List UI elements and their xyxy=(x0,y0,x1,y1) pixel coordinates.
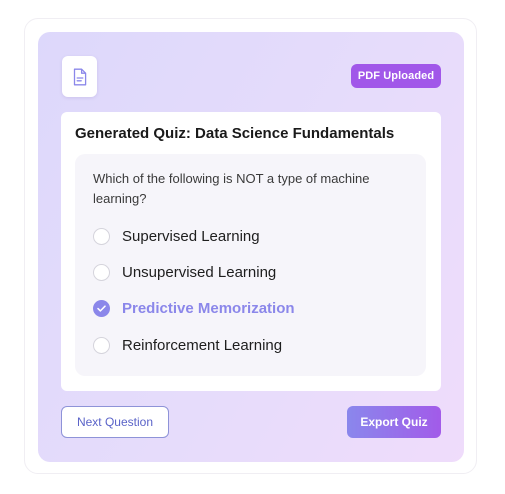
option-label: Reinforcement Learning xyxy=(122,336,283,354)
option-unsupervised-learning[interactable]: Unsupervised Learning xyxy=(93,262,276,282)
option-predictive-memorization[interactable]: Predictive Memorization xyxy=(93,298,295,318)
pdf-uploaded-badge: PDF Uploaded xyxy=(351,64,441,88)
option-label: Supervised Learning xyxy=(122,227,260,245)
question-text: Which of the following is NOT a type of … xyxy=(93,171,370,206)
document-icon xyxy=(73,68,86,85)
quiz-title: Generated Quiz: Data Science Fundamental… xyxy=(75,125,395,142)
radio-button[interactable] xyxy=(93,336,110,354)
option-supervised-learning[interactable]: Supervised Learning xyxy=(93,226,260,246)
radio-button-checked[interactable] xyxy=(93,299,110,317)
export-quiz-button[interactable]: Export Quiz xyxy=(347,406,441,438)
radio-button[interactable] xyxy=(93,227,110,245)
checkmark-icon xyxy=(97,304,106,312)
radio-button[interactable] xyxy=(93,263,110,281)
option-label: Unsupervised Learning xyxy=(122,263,277,281)
option-label: Predictive Memorization xyxy=(122,299,295,317)
option-reinforcement-learning[interactable]: Reinforcement Learning xyxy=(93,335,282,355)
document-icon-tile xyxy=(62,56,97,97)
next-question-button[interactable]: Next Question xyxy=(61,406,169,438)
